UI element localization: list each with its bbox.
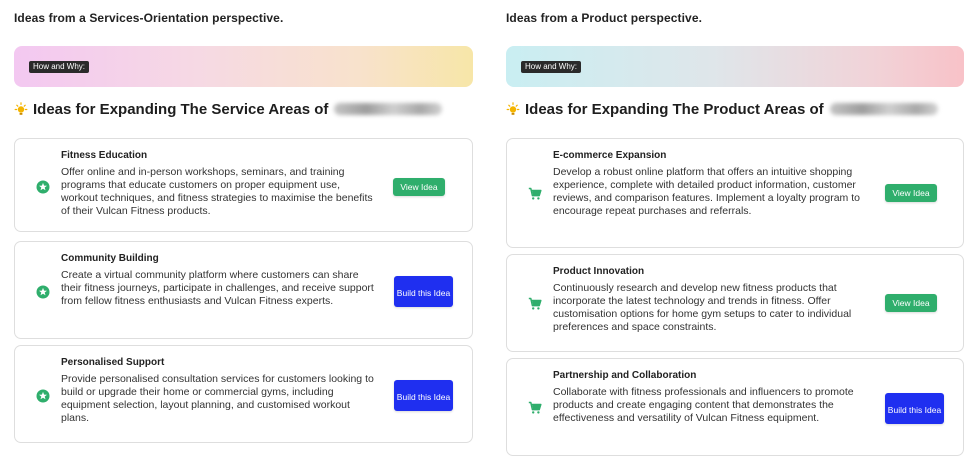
build-idea-button[interactable]: Build this Idea [885,393,944,424]
lightbulb-icon [14,102,28,116]
idea-card: Community Building Create a virtual comm… [14,241,473,339]
build-idea-button[interactable]: Build this Idea [394,380,453,411]
view-idea-button[interactable]: View Idea [885,294,937,312]
how-and-why-pill[interactable]: How and Why: [521,61,582,73]
idea-title: E-commerce Expansion [553,150,667,161]
how-and-why-pill[interactable]: How and Why: [29,61,90,73]
star-circle-icon [36,389,50,403]
idea-card: E-commerce Expansion Develop a robust on… [506,138,964,248]
section-title: Ideas from a Product perspective. [506,11,703,25]
idea-description: Continuously research and develop new fi… [553,282,852,333]
idea-card: Product Innovation Continuously research… [506,254,964,352]
idea-card: Personalised Support Provide personalise… [14,345,473,443]
idea-card: Fitness Education Offer online and in-pe… [14,138,473,232]
build-idea-button[interactable]: Build this Idea [394,276,453,307]
star-circle-icon [36,285,50,299]
how-and-why-banner: How and Why: [506,46,964,87]
heading-text: Ideas for Expanding The Service Areas of [33,100,329,118]
idea-title: Fitness Education [61,150,148,161]
how-and-why-banner: How and Why: [14,46,473,87]
idea-title: Personalised Support [61,357,165,368]
idea-description: Develop a robust online platform that of… [553,166,860,217]
cart-icon [528,297,542,311]
idea-description: Offer online and in-person workshops, se… [61,166,373,217]
idea-description: Collaborate with fitness professionals a… [553,386,854,424]
view-idea-button[interactable]: View Idea [393,178,445,196]
idea-description: Create a virtual community platform wher… [61,269,374,307]
service-areas-heading: Ideas for Expanding The Service Areas of [14,99,443,119]
idea-card: Partnership and Collaboration Collaborat… [506,358,964,456]
idea-title: Product Innovation [553,266,645,277]
cart-icon [528,401,542,415]
redacted-company-name [829,103,938,115]
cart-icon [528,187,542,201]
star-circle-icon [36,180,50,194]
redacted-company-name [334,103,443,115]
lightbulb-icon [506,102,520,116]
section-title: Ideas from a Services-Orientation perspe… [14,11,284,25]
view-idea-button[interactable]: View Idea [885,184,937,202]
product-areas-heading: Ideas for Expanding The Product Areas of [506,99,938,119]
heading-text: Ideas for Expanding The Product Areas of [525,100,824,118]
idea-description: Provide personalised consultation servic… [61,373,374,424]
idea-title: Partnership and Collaboration [553,370,697,381]
idea-title: Community Building [61,253,159,264]
